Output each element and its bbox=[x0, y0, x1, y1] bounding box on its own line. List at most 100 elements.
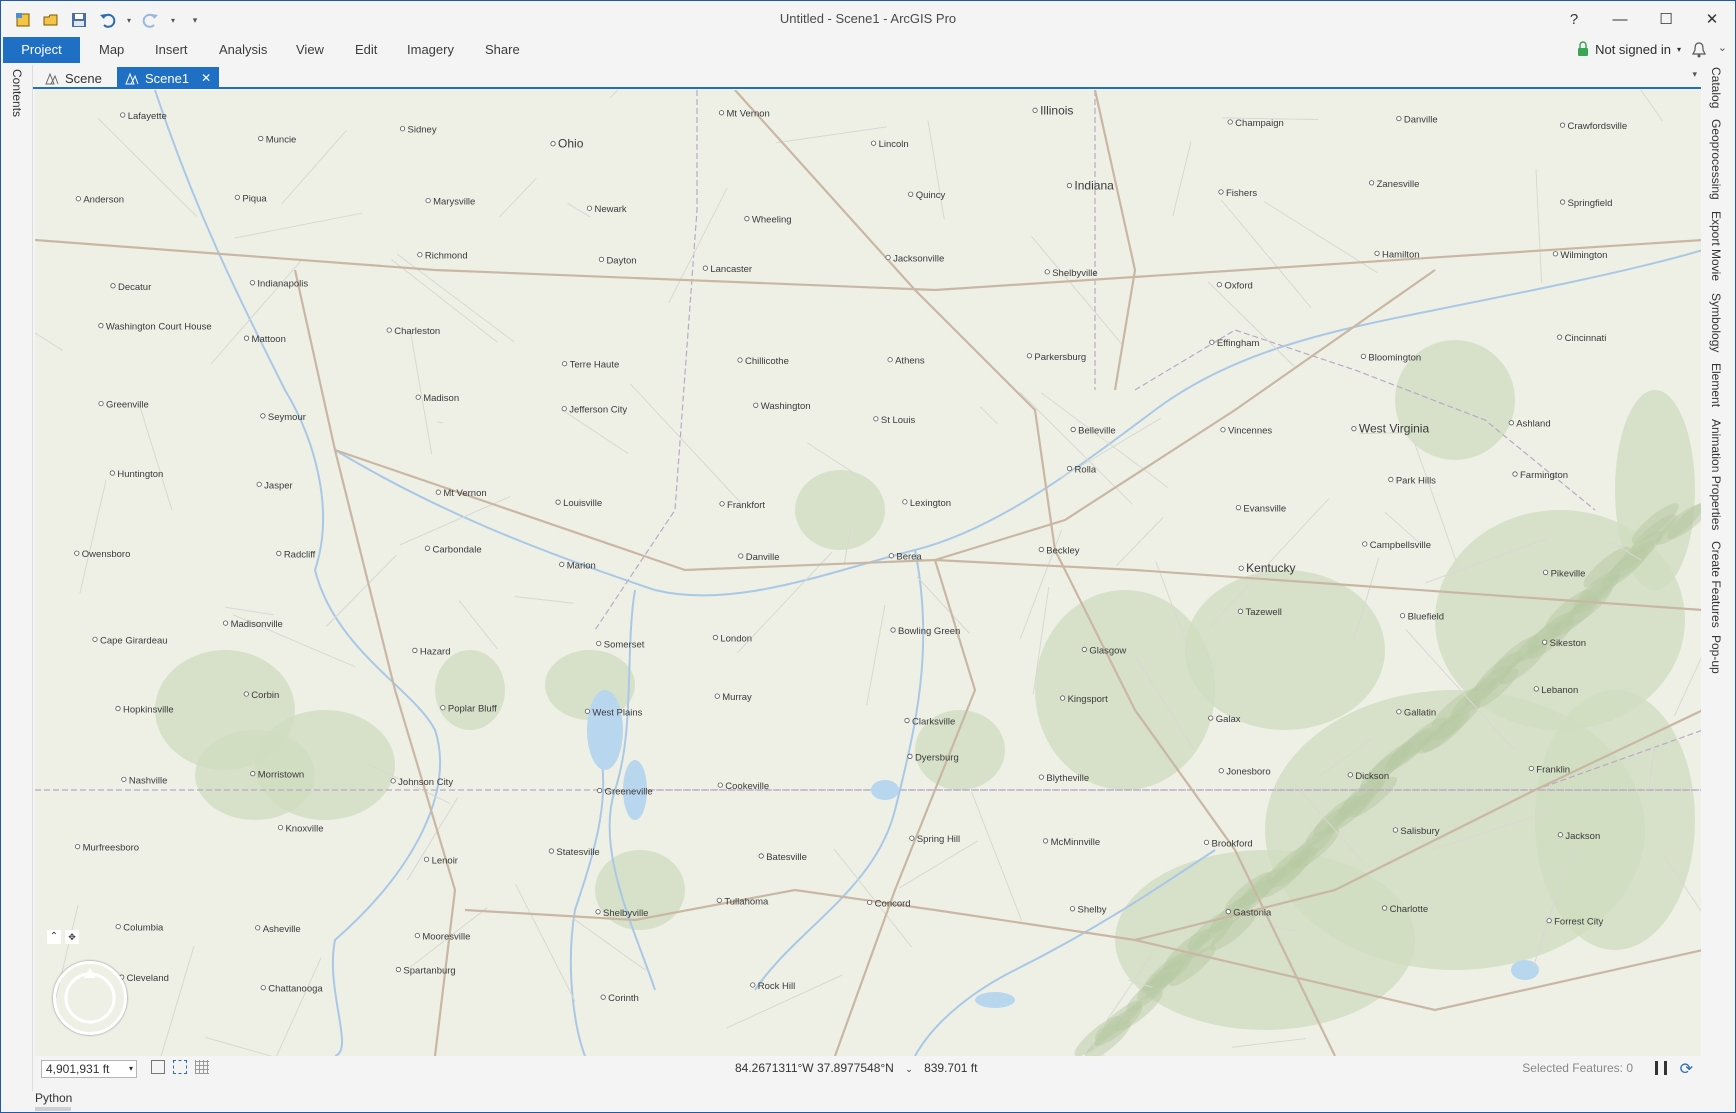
city-marker bbox=[121, 776, 127, 782]
city-marker bbox=[425, 197, 431, 204]
city-label: Oxford bbox=[1224, 281, 1253, 292]
new-project-icon[interactable] bbox=[13, 10, 33, 30]
tab-export-movie[interactable]: Export Movie bbox=[1709, 211, 1723, 281]
city-marker bbox=[74, 550, 80, 556]
tab-geoprocessing[interactable]: Geoprocessing bbox=[1709, 119, 1723, 200]
city-label: Champaign bbox=[1235, 118, 1284, 129]
lock-icon bbox=[1578, 41, 1589, 56]
chevron-down-icon[interactable]: ⌄ bbox=[905, 1064, 913, 1074]
city-label: Jacksonville bbox=[893, 253, 944, 264]
add-grid-icon[interactable] bbox=[151, 1060, 165, 1074]
city-label: Spring Hill bbox=[917, 834, 960, 845]
tab-catalog[interactable]: Catalog bbox=[1709, 67, 1723, 108]
customize-qat-icon[interactable]: ▾ bbox=[185, 10, 205, 30]
notifications-icon[interactable] bbox=[1691, 41, 1707, 64]
city-marker bbox=[738, 553, 744, 559]
coordinate-readout: 84.2671311°W 37.8977548°N ⌄ 839.701 ft bbox=[735, 1061, 977, 1075]
tab-create-features[interactable]: Create Features bbox=[1709, 541, 1723, 628]
tilt-up-icon[interactable]: ⌃ bbox=[47, 930, 61, 944]
scene-view[interactable]: Lafayette Muncie Sidney Ohio Mt Vernon Lincol… bbox=[35, 90, 1703, 1056]
city-label: Louisville bbox=[563, 498, 602, 509]
city-label: Beckley bbox=[1046, 546, 1080, 557]
tab-animation-properties[interactable]: Animation Properties bbox=[1709, 419, 1723, 530]
city-label: Illinois bbox=[1040, 103, 1073, 117]
refresh-icon[interactable]: ⟳ bbox=[1680, 1059, 1693, 1079]
python-tab[interactable]: Python bbox=[35, 1091, 73, 1111]
tab-edit[interactable]: Edit bbox=[345, 37, 387, 63]
city-marker bbox=[115, 705, 121, 712]
city-label: Corinth bbox=[608, 993, 639, 1004]
tab-view[interactable]: View bbox=[286, 37, 334, 63]
city-label: Murfreesboro bbox=[83, 843, 140, 854]
city-label: Effingham bbox=[1217, 338, 1260, 349]
tab-symbology[interactable]: Symbology bbox=[1709, 293, 1723, 352]
city-marker bbox=[412, 647, 418, 653]
navigator-wheel[interactable] bbox=[53, 961, 127, 1035]
city-marker bbox=[753, 402, 759, 408]
city-marker bbox=[258, 135, 264, 142]
tab-scene1[interactable]: Scene1 ✕ bbox=[117, 67, 220, 89]
tab-insert[interactable]: Insert bbox=[145, 37, 198, 63]
close-tab-icon[interactable]: ✕ bbox=[201, 71, 211, 85]
minimize-button[interactable]: — bbox=[1597, 1, 1643, 37]
snapping-icon[interactable] bbox=[173, 1060, 187, 1074]
scale-input[interactable]: 4,901,931 ft ▾ bbox=[41, 1060, 137, 1078]
city-marker bbox=[1220, 427, 1226, 433]
redo-dropdown-icon[interactable]: ▾ bbox=[169, 10, 177, 30]
tab-project[interactable]: Project bbox=[3, 37, 80, 63]
city-marker bbox=[222, 620, 229, 626]
ribbon-tabs: Project Map Insert Analysis View Edit Im… bbox=[1, 37, 1735, 65]
city-marker bbox=[595, 909, 601, 915]
city-label: Lebanon bbox=[1541, 685, 1578, 696]
undo-dropdown-icon[interactable]: ▾ bbox=[125, 10, 133, 30]
city-marker bbox=[550, 141, 556, 147]
city-label: Cookeville bbox=[725, 781, 769, 792]
city-marker bbox=[277, 824, 284, 831]
status-tool-icons bbox=[151, 1060, 209, 1074]
save-icon[interactable] bbox=[69, 10, 89, 30]
tabs-overflow-icon[interactable]: ▾ bbox=[1692, 69, 1697, 80]
city-label: Bluefield bbox=[1408, 612, 1444, 623]
tab-share[interactable]: Share bbox=[475, 37, 530, 63]
grid-icon[interactable] bbox=[195, 1060, 209, 1074]
city-label: Jefferson City bbox=[569, 405, 627, 416]
city-label: Mt Vernon bbox=[443, 488, 486, 499]
nav-small-controls: ⌃ ✥ bbox=[47, 930, 79, 944]
open-project-icon[interactable] bbox=[41, 10, 61, 30]
python-tab-label: Python bbox=[35, 1091, 73, 1105]
city-marker bbox=[1512, 471, 1518, 477]
close-button[interactable]: ✕ bbox=[1689, 1, 1735, 37]
redo-icon[interactable] bbox=[141, 10, 161, 30]
help-button[interactable]: ? bbox=[1551, 1, 1597, 37]
tab-imagery[interactable]: Imagery bbox=[397, 37, 464, 63]
undo-icon[interactable] bbox=[97, 10, 117, 30]
tab-scene-label: Scene bbox=[65, 70, 102, 86]
maximize-button[interactable]: ☐ bbox=[1643, 1, 1689, 37]
city-label: Indianapolis bbox=[257, 279, 308, 290]
tab-analysis[interactable]: Analysis bbox=[209, 37, 277, 63]
tab-scene[interactable]: Scene bbox=[37, 67, 110, 89]
arcgis-pro-window: ▾ ▾ ▾ Untitled - Scene1 - ArcGIS Pro ? —… bbox=[0, 0, 1736, 1113]
tab-map[interactable]: Map bbox=[89, 37, 134, 63]
tab-element[interactable]: Element bbox=[1709, 363, 1723, 407]
account-menu[interactable]: Not signed in ▾ bbox=[1577, 41, 1681, 57]
city-label: Lafayette bbox=[128, 111, 167, 122]
contents-tab[interactable]: Contents bbox=[10, 69, 24, 117]
lake bbox=[871, 780, 899, 800]
city-label: Shelbyville bbox=[603, 908, 648, 919]
scale-value: 4,901,931 ft bbox=[46, 1062, 110, 1076]
city-label: Newark bbox=[594, 204, 626, 215]
city-label: Rock Hill bbox=[758, 981, 795, 992]
selected-features[interactable]: Selected Features: 0 bbox=[1522, 1061, 1633, 1075]
city-label: Galax bbox=[1216, 714, 1241, 725]
city-label: Corbin bbox=[251, 690, 279, 701]
city-label: Campbellsville bbox=[1370, 540, 1431, 551]
city-label: Carbondale bbox=[432, 544, 481, 555]
tab-popup[interactable]: Pop-up bbox=[1709, 635, 1723, 674]
pause-icon[interactable] bbox=[1655, 1061, 1667, 1075]
city-label: Jasper bbox=[264, 480, 293, 491]
ribbon-collapse-icon[interactable]: ⌄ bbox=[1718, 41, 1727, 54]
lake bbox=[587, 690, 623, 770]
full-extent-icon[interactable]: ✥ bbox=[65, 930, 79, 944]
city-marker bbox=[110, 283, 116, 289]
